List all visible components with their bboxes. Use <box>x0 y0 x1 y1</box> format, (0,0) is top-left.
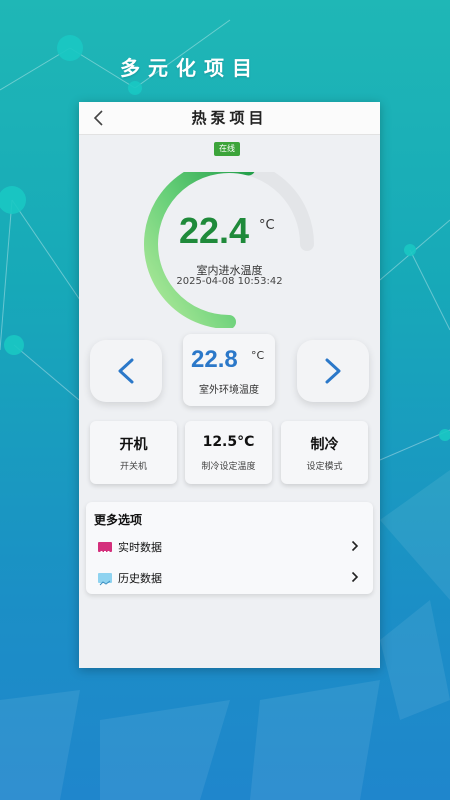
outdoor-temperature-label: 室外环境温度 <box>199 385 259 396</box>
history-data-icon <box>98 573 112 586</box>
banner-title: 多元化项目 <box>120 56 260 80</box>
indoor-temperature-unit: °C <box>259 218 275 233</box>
chevron-right-icon <box>351 571 359 583</box>
cooling-setpoint-card[interactable]: 12.5°C 制冷设定温度 <box>185 421 272 484</box>
power-state-value: 开机 <box>119 437 148 453</box>
more-options-title: 更多选项 <box>94 513 143 527</box>
outdoor-temperature-unit: °C <box>251 349 265 362</box>
more-options-card: 更多选项 实时数据 历史数据 <box>86 502 373 594</box>
list-item-label: 实时数据 <box>118 541 162 554</box>
list-item-history-data[interactable]: 历史数据 <box>86 566 373 590</box>
app-header: 热泵项目 <box>79 102 380 135</box>
cooling-setpoint-label: 制冷设定温度 <box>201 462 256 472</box>
previous-button[interactable] <box>90 340 162 402</box>
next-button[interactable] <box>297 340 369 402</box>
outdoor-temperature-value: 22.8 <box>191 346 238 373</box>
indoor-temperature-value: 22.4 <box>179 210 250 251</box>
mode-value: 制冷 <box>310 437 339 453</box>
chevron-left-icon[interactable] <box>87 106 111 130</box>
page-title: 热泵项目 <box>191 109 268 127</box>
outdoor-temperature-card: 22.8 °C 室外环境温度 <box>183 334 275 406</box>
app-screen: 热泵项目 在线 22.4 °C 室内进水温度 2025-04-08 10:53:… <box>79 102 380 668</box>
list-item-label: 历史数据 <box>118 572 162 585</box>
cooling-setpoint-value: 12.5°C <box>202 434 255 450</box>
chevron-right-icon <box>351 540 359 552</box>
power-toggle-card[interactable]: 开机 开关机 <box>90 421 177 484</box>
indoor-temperature-timestamp: 2025-04-08 10:53:42 <box>176 276 283 287</box>
chevron-left-icon <box>118 358 134 384</box>
mode-label: 设定模式 <box>306 462 343 472</box>
realtime-data-icon <box>98 542 112 553</box>
power-state-label: 开关机 <box>119 462 147 472</box>
chevron-right-icon <box>325 358 341 384</box>
list-item-realtime-data[interactable]: 实时数据 <box>86 535 373 559</box>
mode-card[interactable]: 制冷 设定模式 <box>281 421 368 484</box>
status-badge: 在线 <box>214 142 240 156</box>
